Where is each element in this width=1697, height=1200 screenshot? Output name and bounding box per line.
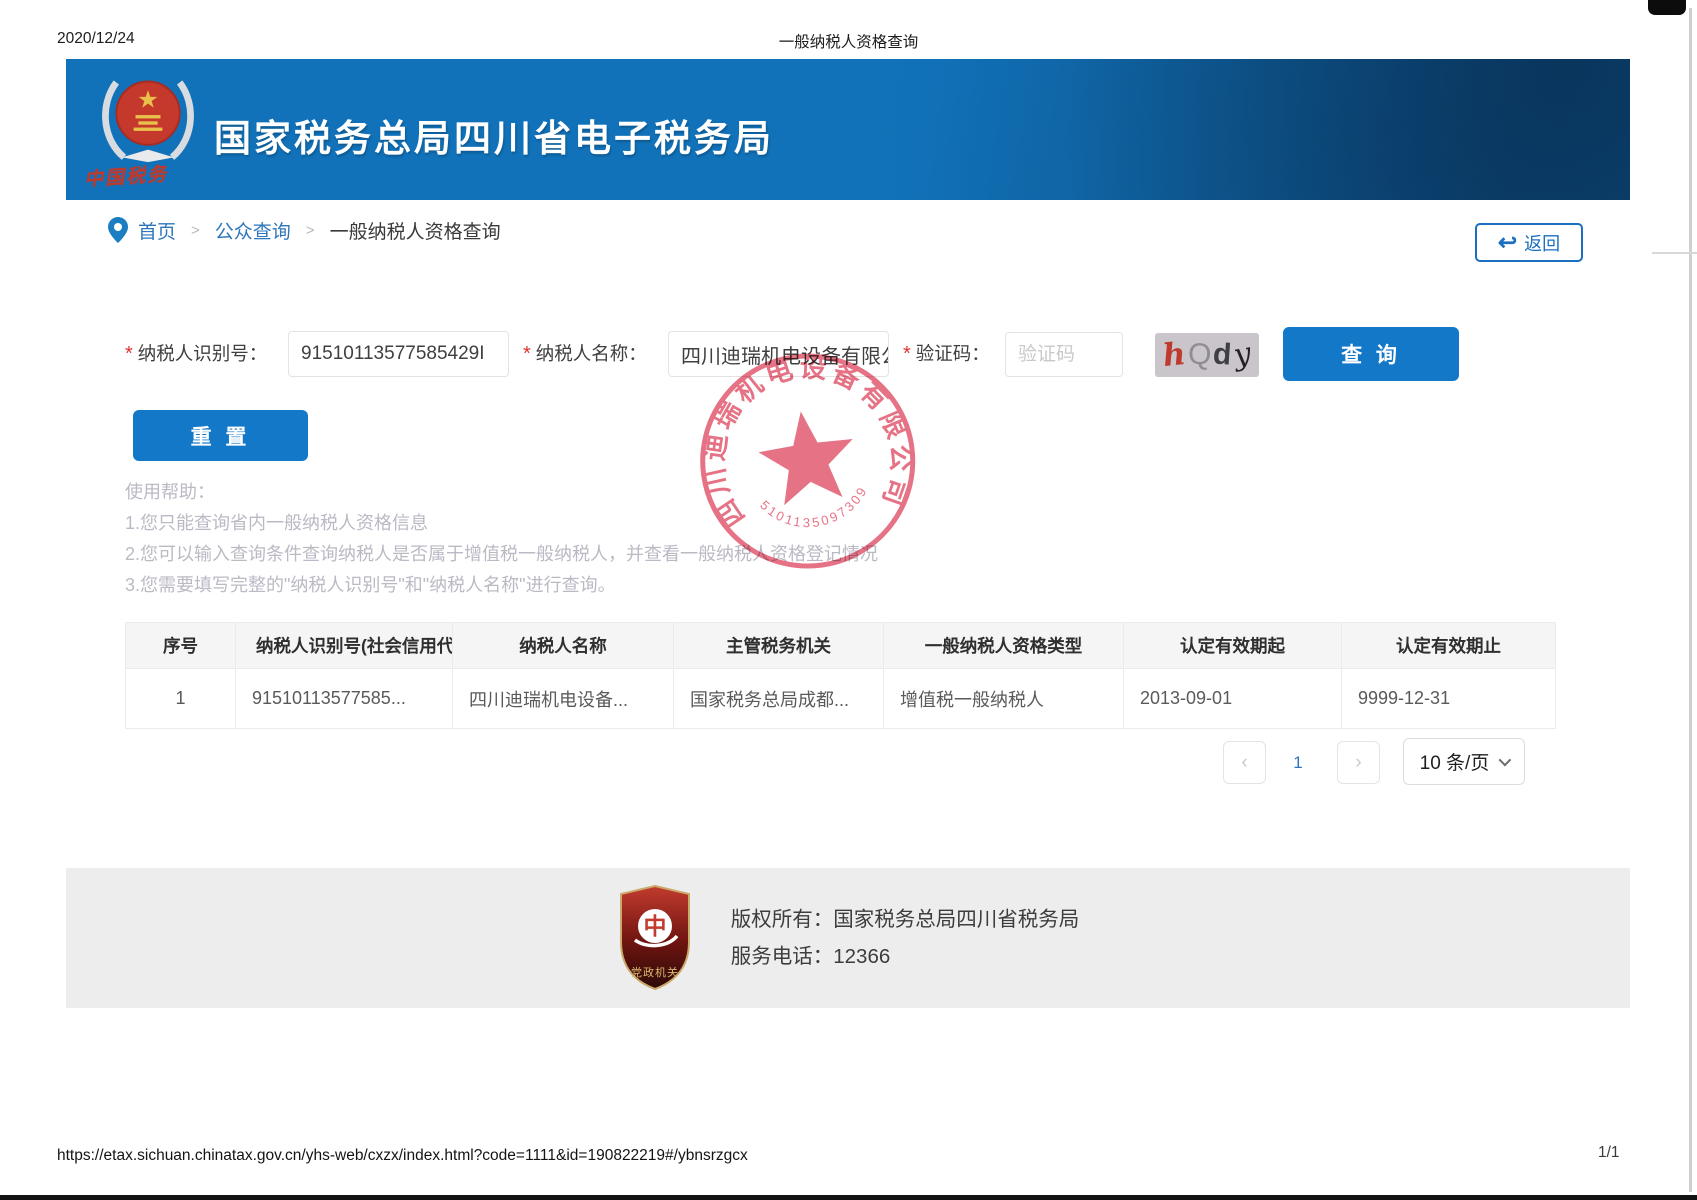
print-page-indicator: 1/1 [1598, 1144, 1620, 1162]
col-header-valid-from: 认定有效期起 [1124, 623, 1342, 669]
copyright-line: 版权所有：国家税务总局四川省税务局 [731, 901, 1080, 938]
scanned-tax-page: 2020/12/24 一般纳税人资格查询 中国税务 国家税务总局四川省电子税务局… [0, 0, 1697, 1200]
breadcrumb-public-query-link[interactable]: 公众查询 [215, 217, 291, 244]
cell-valid-from: 2013-09-01 [1124, 669, 1342, 729]
captcha-char: Q [1187, 340, 1211, 371]
svg-text:中: 中 [643, 913, 666, 939]
cell-index: 1 [126, 669, 236, 729]
query-button[interactable]: 查 询 [1283, 327, 1459, 381]
scan-artifact [1689, 8, 1692, 1192]
captcha-label: *验证码： [903, 331, 990, 377]
print-url: https://etax.sichuan.chinatax.gov.cn/yhs… [57, 1147, 748, 1165]
captcha-char: h [1162, 338, 1188, 371]
cell-taxpayer-id: 91510113577585... [236, 669, 453, 729]
breadcrumb: 首页 > 公众查询 > 一般纳税人资格查询 [108, 200, 501, 260]
required-mark: * [903, 343, 911, 365]
footer-text: 版权所有：国家税务总局四川省税务局 服务电话：12366 [731, 901, 1080, 975]
results-table: 序号 纳税人识别号(社会信用代码) 纳税人名称 主管税务机关 一般纳税人资格类型… [125, 622, 1556, 729]
captcha-char: d [1212, 339, 1232, 370]
taxpayer-name-input[interactable] [668, 331, 889, 377]
breadcrumb-separator: > [306, 222, 315, 239]
taxpayer-id-label: *纳税人识别号： [125, 331, 267, 377]
col-header-qualification-type: 一般纳税人资格类型 [884, 623, 1124, 669]
required-mark: * [125, 343, 133, 365]
badge-label: 党政机关 [631, 965, 679, 979]
help-line: 3.您需要填写完整的"纳税人识别号"和"纳税人名称"进行查询。 [125, 570, 878, 601]
breadcrumb-separator: > [191, 222, 200, 239]
cell-taxpayer-name: 四川迪瑞机电设备... [453, 669, 674, 729]
usage-help: 使用帮助： 1.您只能查询省内一般纳税人资格信息 2.您可以输入查询条件查询纳税… [125, 477, 878, 601]
print-doc-title: 一般纳税人资格查询 [0, 30, 1697, 52]
scan-artifact [1648, 0, 1686, 15]
help-title: 使用帮助： [125, 477, 878, 508]
breadcrumb-bar: 首页 > 公众查询 > 一般纳税人资格查询 ↩ 返回 [66, 200, 1630, 260]
help-line: 1.您只能查询省内一般纳税人资格信息 [125, 508, 878, 539]
cell-valid-to: 9999-12-31 [1342, 669, 1556, 729]
captcha-char: y [1231, 339, 1253, 371]
required-mark: * [523, 343, 531, 365]
captcha-label-text: 验证码： [916, 343, 990, 364]
taxpayer-id-input[interactable] [288, 331, 509, 377]
site-banner: 中国税务 国家税务总局四川省电子税务局 [66, 59, 1630, 200]
government-badge-icon: 中 党政机关 [617, 884, 693, 992]
taxpayer-name-label: *纳税人名称： [523, 331, 647, 377]
taxpayer-id-label-text: 纳税人识别号： [138, 343, 268, 364]
location-pin-icon [108, 217, 128, 243]
chevron-right-icon: › [1355, 752, 1361, 774]
page-size-dropdown[interactable]: 10 条/页 [1403, 738, 1525, 785]
tax-emblem-icon [92, 69, 204, 165]
page-size-label: 10 条/页 [1420, 748, 1490, 775]
next-page-button[interactable]: › [1337, 741, 1380, 784]
return-arrow-icon: ↩ [1498, 231, 1517, 254]
cell-tax-authority: 国家税务总局成都... [674, 669, 884, 729]
captcha-image[interactable]: h Q d y [1155, 333, 1259, 377]
previous-page-button[interactable]: ‹ [1223, 741, 1266, 784]
site-title: 国家税务总局四川省电子税务局 [214, 108, 774, 162]
chevron-left-icon: ‹ [1241, 752, 1247, 774]
breadcrumb-home-link[interactable]: 首页 [138, 217, 176, 244]
col-header-index: 序号 [126, 623, 236, 669]
service-phone-line: 服务电话：12366 [731, 938, 1080, 975]
col-header-taxpayer-id: 纳税人识别号(社会信用代码) [236, 623, 453, 669]
cell-qualification-type: 增值税一般纳税人 [884, 669, 1124, 729]
breadcrumb-current: 一般纳税人资格查询 [330, 217, 501, 244]
col-header-valid-to: 认定有效期止 [1342, 623, 1556, 669]
page-footer: 中 党政机关 版权所有：国家税务总局四川省税务局 服务电话：12366 [66, 868, 1630, 1008]
back-button-label: 返回 [1524, 230, 1560, 256]
back-button[interactable]: ↩ 返回 [1475, 223, 1583, 262]
page-number[interactable]: 1 [1285, 741, 1311, 784]
chevron-down-icon [1499, 754, 1512, 767]
help-line: 2.您可以输入查询条件查询纳税人是否属于增值税一般纳税人，并查看一般纳税人资格登… [125, 539, 878, 570]
col-header-tax-authority: 主管税务机关 [674, 623, 884, 669]
captcha-input[interactable] [1005, 332, 1123, 377]
taxpayer-name-label-text: 纳税人名称： [536, 343, 647, 364]
reset-button[interactable]: 重 置 [133, 410, 308, 461]
scan-artifact [1652, 252, 1697, 254]
scan-artifact [0, 1195, 1697, 1200]
col-header-taxpayer-name: 纳税人名称 [453, 623, 674, 669]
